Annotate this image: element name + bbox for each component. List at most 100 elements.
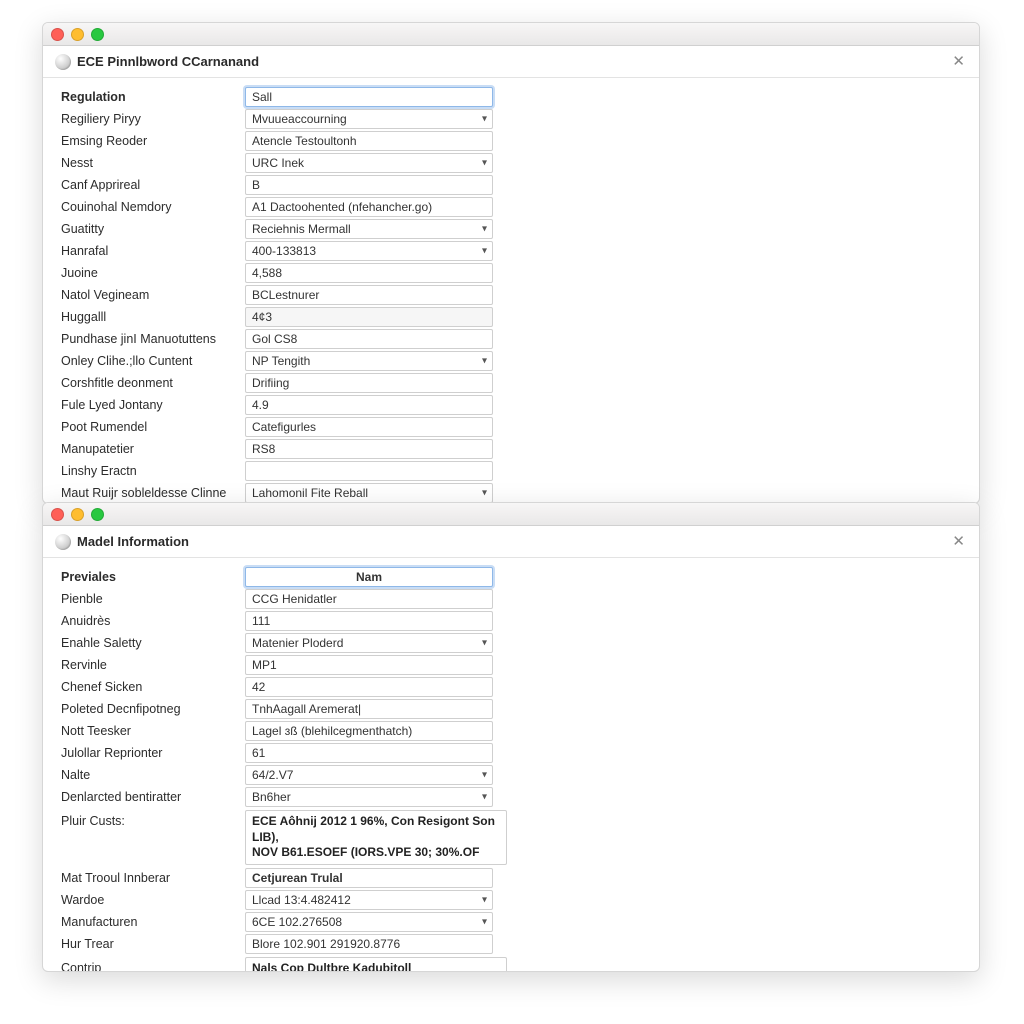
form-row: Anuidrès111 bbox=[43, 610, 979, 632]
field-value: TnhAagall Aremerat| bbox=[252, 702, 361, 716]
form-row: Hanrafal400-133813▾ bbox=[43, 240, 979, 262]
field-label: Nott Teesker bbox=[61, 724, 245, 738]
text-field[interactable] bbox=[245, 461, 493, 481]
form-row: ManupatetierRS8 bbox=[43, 438, 979, 460]
zoom-dot-icon[interactable] bbox=[91, 508, 104, 521]
field-value: Cetjurean Trulal bbox=[252, 871, 343, 885]
text-field[interactable]: 4,588 bbox=[245, 263, 493, 283]
form-row: Rervinle MP1 bbox=[43, 654, 979, 676]
field-wrap: TnhAagall Aremerat| bbox=[245, 699, 493, 719]
select-field[interactable]: URC Inek bbox=[245, 153, 493, 173]
text-field[interactable]: BCLestnurer bbox=[245, 285, 493, 305]
select-field[interactable]: Matenier Ploderd bbox=[245, 633, 493, 653]
field-wrap bbox=[245, 461, 493, 481]
panel-header: Madel Information ✕ bbox=[43, 526, 979, 558]
field-label: Poot Rumendel bbox=[61, 420, 245, 434]
field-wrap: NP Tengith▾ bbox=[245, 351, 493, 371]
select-field[interactable]: Llcad 13:4.482412 bbox=[245, 890, 493, 910]
select-field[interactable]: Mvuueaccourning bbox=[245, 109, 493, 129]
form-row: Juoine4,588 bbox=[43, 262, 979, 284]
field-wrap: Mvuueaccourning▾ bbox=[245, 109, 493, 129]
text-field[interactable]: 61 bbox=[245, 743, 493, 763]
multiline-field[interactable]: ECE Aôhnij 2012 1 96%, Con Resigont Son … bbox=[245, 810, 507, 865]
traffic-lights bbox=[51, 28, 104, 41]
form-row: Regiliery PiryyMvuueaccourning▾ bbox=[43, 108, 979, 130]
text-field[interactable]: A1 Dactoohented (nfehancher.go) bbox=[245, 197, 493, 217]
field-value: CCG Henidatler bbox=[252, 592, 337, 606]
minimize-dot-icon[interactable] bbox=[71, 508, 84, 521]
field-value: 4.9 bbox=[252, 398, 269, 412]
field-value: 400-133813 bbox=[252, 244, 316, 258]
field-value: Atencle Testoultonh bbox=[252, 134, 357, 148]
field-label: Hanrafal bbox=[61, 244, 245, 258]
field-label: Anuidrès bbox=[61, 614, 245, 628]
select-field[interactable]: 64/2.V7 bbox=[245, 765, 493, 785]
titlebar[interactable] bbox=[43, 23, 979, 46]
text-field[interactable]: 111 bbox=[245, 611, 493, 631]
field-label: Emsing Reoder bbox=[61, 134, 245, 148]
text-field[interactable]: MP1 bbox=[245, 655, 493, 675]
field-label: Maut Ruijr sobleldesse Clinne bbox=[61, 486, 245, 500]
field-label: Julollar Reprionter bbox=[61, 746, 245, 760]
text-field[interactable]: RS8 bbox=[245, 439, 493, 459]
field-label: Linshy Eractn bbox=[61, 464, 245, 478]
minimize-dot-icon[interactable] bbox=[71, 28, 84, 41]
field-wrap: 4,588 bbox=[245, 263, 493, 283]
text-field[interactable]: Sall bbox=[245, 87, 493, 107]
text-field[interactable]: Blore 102.901 291920.8776 bbox=[245, 934, 493, 954]
select-field[interactable]: 6CE 102.276508 bbox=[245, 912, 493, 932]
form-row: Denlarcted bentiratterBn6her▾ bbox=[43, 786, 979, 808]
select-field[interactable]: NP Tengith bbox=[245, 351, 493, 371]
form-row: Fule Lyed Jontany4.9 bbox=[43, 394, 979, 416]
text-field[interactable]: 4.9 bbox=[245, 395, 493, 415]
titlebar[interactable] bbox=[43, 503, 979, 526]
field-wrap: Blore 102.901 291920.8776 bbox=[245, 934, 493, 954]
close-dot-icon[interactable] bbox=[51, 508, 64, 521]
form-row: Manufacturen6CE 102.276508▾ bbox=[43, 911, 979, 933]
close-icon[interactable]: ✕ bbox=[948, 532, 969, 551]
text-field[interactable]: B bbox=[245, 175, 493, 195]
field-value: BCLestnurer bbox=[252, 288, 319, 302]
field-wrap: CCG Henidatler bbox=[245, 589, 493, 609]
select-field[interactable]: Reciehnis Mermall bbox=[245, 219, 493, 239]
select-field[interactable]: Lahomonil Fite Reball bbox=[245, 483, 493, 503]
text-field[interactable]: TnhAagall Aremerat| bbox=[245, 699, 493, 719]
text-field[interactable]: Catefigurles bbox=[245, 417, 493, 437]
close-icon[interactable]: ✕ bbox=[948, 52, 969, 71]
form-row: Onley Clihe.;llo CuntentNP Tengith▾ bbox=[43, 350, 979, 372]
form-row: RegulationSall bbox=[43, 86, 979, 108]
text-field[interactable]: CCG Henidatler bbox=[245, 589, 493, 609]
field-wrap: 111 bbox=[245, 611, 493, 631]
field-label: Denlarcted bentiratter bbox=[61, 790, 245, 804]
text-field[interactable]: Lagel ɜß (blehilcegmenthatch) bbox=[245, 721, 493, 741]
zoom-dot-icon[interactable] bbox=[91, 28, 104, 41]
field-wrap: 64/2.V7▾ bbox=[245, 765, 493, 785]
panel-header: ECE Pinnlbword CCarnanand ✕ bbox=[43, 46, 979, 78]
select-field[interactable]: 400-133813 bbox=[245, 241, 493, 261]
field-value: MP1 bbox=[252, 658, 277, 672]
field-value: Mvuueaccourning bbox=[252, 112, 347, 126]
text-field[interactable]: 42 bbox=[245, 677, 493, 697]
field-wrap: Llcad 13:4.482412▾ bbox=[245, 890, 493, 910]
field-wrap: Lahomonil Fite Reball▾ bbox=[245, 483, 493, 503]
text-field[interactable]: Drifiing bbox=[245, 373, 493, 393]
text-field[interactable]: Atencle Testoultonh bbox=[245, 131, 493, 151]
field-wrap: Catefigurles bbox=[245, 417, 493, 437]
multiline-field[interactable]: Nals Cop Dultbre KadubitollRationulor Te… bbox=[245, 957, 507, 972]
panel-icon bbox=[55, 54, 71, 70]
form-row: Pluir Custs:ECE Aôhnij 2012 1 96%, Con R… bbox=[43, 808, 979, 867]
field-label: Rervinle bbox=[61, 658, 245, 672]
field-label: Enahle Saletty bbox=[61, 636, 245, 650]
field-value: 4¢3 bbox=[252, 310, 272, 324]
field-label: Onley Clihe.;llo Cuntent bbox=[61, 354, 245, 368]
text-field[interactable]: Gol CS8 bbox=[245, 329, 493, 349]
field-value: 6CE 102.276508 bbox=[252, 915, 342, 929]
field-label: Chenef Sicken bbox=[61, 680, 245, 694]
close-dot-icon[interactable] bbox=[51, 28, 64, 41]
form-row: Nalte64/2.V7▾ bbox=[43, 764, 979, 786]
field-label: Pundhase jinI Manuotuttens bbox=[61, 332, 245, 346]
text-field[interactable]: 4¢3 bbox=[245, 307, 493, 327]
field-wrap: Matenier Ploderd▾ bbox=[245, 633, 493, 653]
text-field[interactable]: Cetjurean Trulal bbox=[245, 868, 493, 888]
select-field[interactable]: Bn6her bbox=[245, 787, 493, 807]
